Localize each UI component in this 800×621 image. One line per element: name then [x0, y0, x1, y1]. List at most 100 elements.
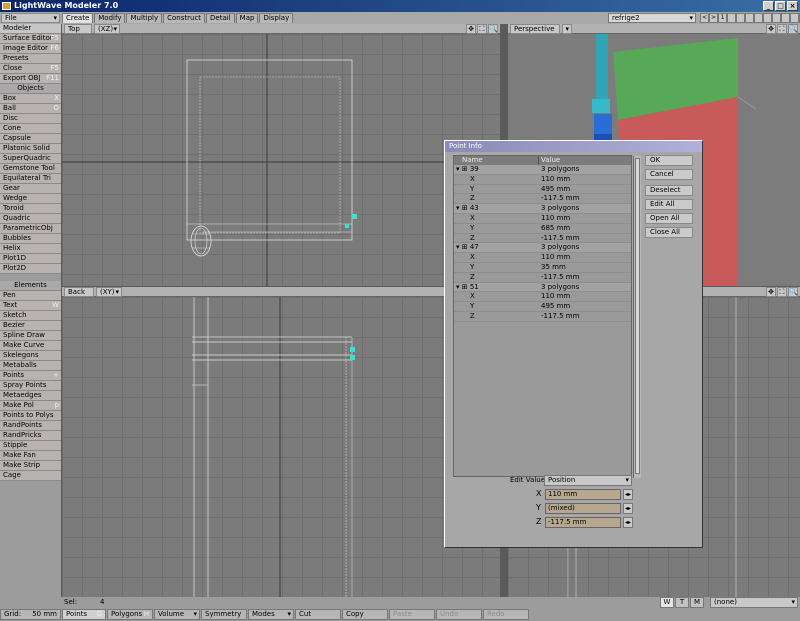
layer-slot[interactable] [754, 13, 763, 23]
sidebar-item-cone[interactable]: Cone [0, 124, 61, 134]
sidebar-item-metaedges[interactable]: Metaedges [0, 391, 61, 401]
close-all-button[interactable]: Close All [645, 227, 693, 238]
coordinate-row[interactable]: X 110 mm [454, 292, 631, 303]
tab-construct[interactable]: Construct [163, 13, 206, 23]
view-type-selector[interactable]: Top [64, 24, 92, 34]
sidebar-item-make-strip[interactable]: Make Strip [0, 461, 61, 471]
sidebar-item-spline-draw[interactable]: Spline Draw [0, 331, 61, 341]
viewport-back[interactable]: Back (XY)▾ ✥⛶🔍 [62, 287, 500, 597]
x-stepper[interactable]: ◂▸ [623, 489, 633, 500]
sidebar-item-pen[interactable]: Pen [0, 291, 61, 301]
points-mode-button[interactable]: Points G [62, 609, 106, 620]
sidebar-item-make-fan[interactable]: Make Fan [0, 451, 61, 461]
sidebar-item-spray-points[interactable]: Spray Points [0, 381, 61, 391]
sidebar-item-make-pol[interactable]: Make Pol p [0, 401, 61, 411]
coordinate-row[interactable]: Z -117.5 mm [454, 194, 631, 205]
sidebar-item-quadric[interactable]: Quadric [0, 214, 61, 224]
move-icon[interactable]: ✥ [466, 24, 476, 34]
surface-selector[interactable]: (none) ▾ [710, 597, 798, 608]
sidebar-item-ball[interactable]: Ball O [0, 104, 61, 114]
sidebar-item-parametricobj[interactable]: ParametricObj [0, 224, 61, 234]
coordinate-row[interactable]: Z -117.5 mm [454, 312, 631, 322]
paste-button[interactable]: Paste [389, 609, 435, 620]
tab-map[interactable]: Map [235, 13, 259, 23]
sidebar-item-plot2d[interactable]: Plot2D [0, 264, 61, 274]
sidebar-item-box[interactable]: Box X [0, 94, 61, 104]
layer-slot[interactable] [763, 13, 772, 23]
z-value-field[interactable]: -117.5 mm [545, 517, 621, 528]
sidebar-item-bubbles[interactable]: Bubbles [0, 234, 61, 244]
sidebar-item-points[interactable]: Points + [0, 371, 61, 381]
z-stepper[interactable]: ◂▸ [623, 517, 633, 528]
coordinate-row[interactable]: Y 495 mm [454, 302, 631, 312]
sidebar-item-skelegons[interactable]: Skelegons [0, 351, 61, 361]
sidebar-item-make-curve[interactable]: Make Curve [0, 341, 61, 351]
sidebar-item-image-editor[interactable]: Image Editor F6 [0, 44, 61, 54]
maximize-button[interactable]: □ [775, 1, 786, 11]
coordinate-row[interactable]: Y 35 mm [454, 263, 631, 273]
sidebar-item-sketch[interactable]: Sketch [0, 311, 61, 321]
move-icon[interactable]: ✥ [766, 287, 776, 297]
coordinate-row[interactable]: Z -117.5 mm [454, 234, 631, 244]
edit-value-select[interactable]: Position ▾ [544, 475, 632, 486]
point-row[interactable]: ▾ ⊞ 39 3 polygons [454, 165, 631, 175]
view-options-selector[interactable]: ▾ [562, 24, 572, 34]
open-all-button[interactable]: Open All [645, 213, 693, 224]
layer-button[interactable]: > [709, 13, 718, 23]
sidebar-item-toroid[interactable]: Toroid [0, 204, 61, 214]
wtm-button-t[interactable]: T [675, 597, 689, 608]
view-axes-selector[interactable]: (XZ) ▾ [94, 24, 120, 34]
coordinate-row[interactable]: X 110 mm [454, 253, 631, 263]
maximize-icon[interactable]: ⛶ [777, 287, 787, 297]
point-row[interactable]: ▾ ⊞ 43 3 polygons [454, 204, 631, 214]
sidebar-item-text[interactable]: Text W [0, 301, 61, 311]
tab-multiply[interactable]: Multiply [126, 13, 163, 23]
coordinate-row[interactable]: Y 495 mm [454, 185, 631, 195]
zoom-icon[interactable]: 🔍 [488, 24, 498, 34]
view-type-selector[interactable]: Back [64, 287, 94, 297]
wtm-button-m[interactable]: M [690, 597, 704, 608]
sidebar-item-plot1d[interactable]: Plot1D [0, 254, 61, 264]
tab-display[interactable]: Display [259, 13, 294, 23]
sidebar-item-disc[interactable]: Disc [0, 114, 61, 124]
layer-slot[interactable] [745, 13, 754, 23]
edit-all-button[interactable]: Edit All [645, 199, 693, 210]
sidebar-item-points-to-polys[interactable]: Points to Polys [0, 411, 61, 421]
maximize-icon[interactable]: ⛶ [777, 24, 787, 34]
cancel-button[interactable]: Cancel [645, 169, 693, 180]
sidebar-item-capsule[interactable]: Capsule [0, 134, 61, 144]
copy-button[interactable]: Copy [342, 609, 388, 620]
deselect-button[interactable]: Deselect [645, 185, 693, 196]
sidebar-item-bezier[interactable]: Bezier [0, 321, 61, 331]
sidebar-item-randpricks[interactable]: RandPricks [0, 431, 61, 441]
sidebar-item-surface-editor[interactable]: Surface Editor F5 [0, 34, 61, 44]
view-axes-selector[interactable]: (XY) ▾ [96, 287, 122, 297]
point-list[interactable]: Name Value ▾ ⊞ 39 3 polygons X 110 mm Y 495 m… [453, 155, 641, 478]
x-value-field[interactable]: 110 mm [545, 489, 621, 500]
list-scrollbar[interactable] [633, 156, 641, 478]
view-type-selector[interactable]: Perspective [510, 24, 560, 34]
file-menu-button[interactable]: File ▾ [1, 13, 60, 23]
sidebar-item-equilateral-tri[interactable]: Equilateral Tri [0, 174, 61, 184]
cut-button[interactable]: Cut [295, 609, 341, 620]
layer-slot[interactable] [772, 13, 781, 23]
sidebar-item-cage[interactable]: Cage [0, 471, 61, 481]
tab-create[interactable]: Create [62, 13, 94, 23]
y-stepper[interactable]: ◂▸ [623, 503, 633, 514]
modes-button[interactable]: Modes ▾ [248, 609, 294, 620]
minimize-button[interactable]: _ [763, 1, 774, 11]
y-value-field[interactable]: (mixed) [545, 503, 621, 514]
close-window-button[interactable]: × [787, 1, 798, 11]
column-header-value[interactable]: Value [539, 156, 631, 165]
volume-button[interactable]: Volume ▾ [154, 609, 200, 620]
sidebar-item-helix[interactable]: Helix [0, 244, 61, 254]
wtm-button-w[interactable]: W [660, 597, 674, 608]
symmetry-button[interactable]: Symmetry [201, 609, 247, 620]
sidebar-item-gear[interactable]: Gear [0, 184, 61, 194]
point-row[interactable]: ▾ ⊞ 47 3 polygons [454, 243, 631, 254]
zoom-icon[interactable]: 🔍 [788, 287, 798, 297]
object-selector[interactable]: refrige2 ▾ [608, 13, 696, 23]
layer-slot[interactable] [790, 13, 799, 23]
sidebar-item-metaballs[interactable]: Metaballs [0, 361, 61, 371]
coordinate-row[interactable]: X 110 mm [454, 175, 631, 185]
